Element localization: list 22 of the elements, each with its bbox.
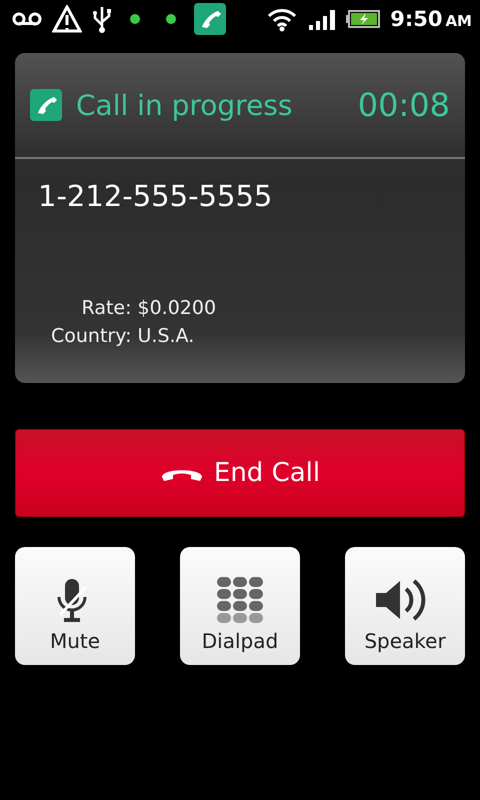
clock-time: 9:50 bbox=[390, 7, 442, 31]
phone-icon bbox=[194, 3, 226, 35]
dialpad-button[interactable]: Dialpad bbox=[180, 547, 300, 665]
detail-value: U.S.A. bbox=[138, 325, 196, 347]
end-call-button[interactable]: End Call bbox=[15, 429, 465, 517]
battery-icon bbox=[346, 10, 380, 28]
speaker-button[interactable]: Speaker bbox=[345, 547, 465, 665]
usb-icon bbox=[92, 5, 112, 33]
dialpad-icon bbox=[217, 577, 263, 625]
phone-number: 1-212-555-5555 bbox=[37, 178, 274, 213]
clock-period: AM bbox=[445, 12, 472, 30]
call-timer: 00:08 bbox=[358, 86, 450, 124]
detail-label: Rate: bbox=[80, 297, 132, 319]
voicemail-icon bbox=[12, 11, 42, 27]
phone-icon bbox=[30, 89, 62, 121]
detail-value: $0.0200 bbox=[138, 297, 216, 319]
signal-icon bbox=[308, 8, 336, 30]
warning-icon bbox=[52, 5, 82, 33]
detail-label: Country: bbox=[51, 325, 132, 347]
call-status: Call in progress bbox=[76, 88, 294, 122]
wifi-icon bbox=[266, 6, 298, 32]
mute-button[interactable]: Mute bbox=[15, 547, 135, 665]
